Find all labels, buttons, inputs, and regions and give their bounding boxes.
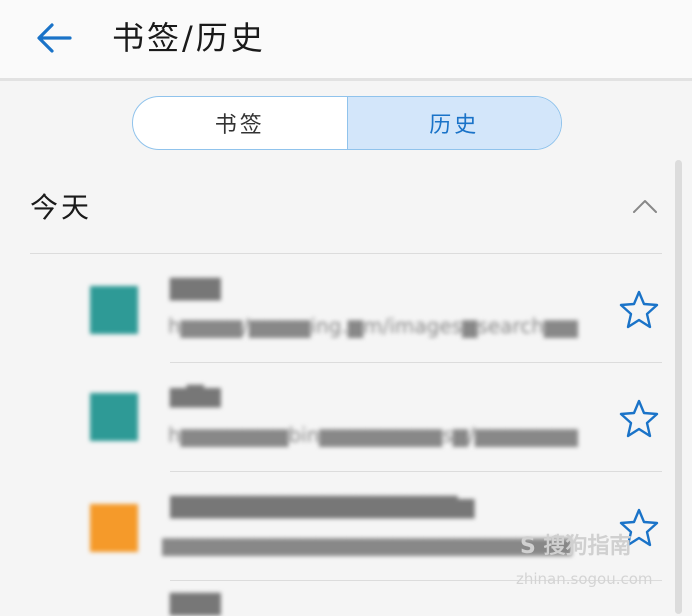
arrow-left-icon — [37, 23, 72, 53]
collapse-button[interactable] — [628, 190, 662, 224]
history-item-title: ▇▇▇ — [170, 276, 221, 301]
site-favicon — [90, 393, 138, 441]
history-item-title: ▇▇▇▇▇▇▇▇▇▇▇▇▇▇▇▇▇▆ — [170, 494, 475, 519]
history-item[interactable]: ▇▇▇▇▇▇▇▇▇▇▇▇▇▇▇▇▇▆ ▆▆▆▆▆▆▆▆▆▆▆▆▆▆▆▆▆▆▆▆▆… — [0, 472, 692, 580]
history-item-url: h▆▆▆▆/▆▆▆▆ing.▆m/images▆search▆▆▆… — [168, 314, 578, 338]
bookmark-history-toggle: 书签 历史 — [132, 96, 562, 150]
tab-bookmarks[interactable]: 书签 — [133, 97, 347, 149]
back-button[interactable] — [30, 14, 78, 62]
history-item[interactable]: ▆▇▆ h▆▆▆▆▆▆▆bin▆▆▆▆▆▆▆▆s▆/▆▆▆▆▆▆▆v▆▆▆… — [0, 363, 692, 471]
watermark-url: zhinan.sogou.com — [516, 570, 653, 588]
history-item[interactable]: ▇▇▇ h▆▆▆▆/▆▆▆▆ing.▆m/images▆search▆▆▆… — [0, 254, 692, 362]
page-title: 书签/历史 — [112, 19, 266, 57]
watermark-logo: S 搜狗指南 — [520, 534, 632, 559]
chevron-up-icon — [633, 200, 657, 213]
section-title-today: 今天 — [30, 191, 93, 224]
tab-history[interactable]: 历史 — [346, 97, 561, 149]
history-item-title: ▆▇▆ — [170, 383, 221, 408]
site-favicon — [90, 504, 138, 552]
history-item-url: h▆▆▆▆▆▆▆bin▆▆▆▆▆▆▆▆s▆/▆▆▆▆▆▆▆v▆▆▆… — [168, 423, 578, 447]
site-favicon — [90, 286, 138, 334]
star-icon[interactable] — [618, 397, 660, 439]
star-icon[interactable] — [618, 288, 660, 330]
app-header: 书签/历史 — [0, 0, 692, 81]
history-item-title: ▇▇▇ — [170, 591, 221, 616]
history-item-url: ▆▆▆▆▆▆▆▆▆▆▆▆▆▆▆▆▆▆▆▆▆▆▆▆▆▆▆▆▆▆2F… — [162, 532, 572, 556]
